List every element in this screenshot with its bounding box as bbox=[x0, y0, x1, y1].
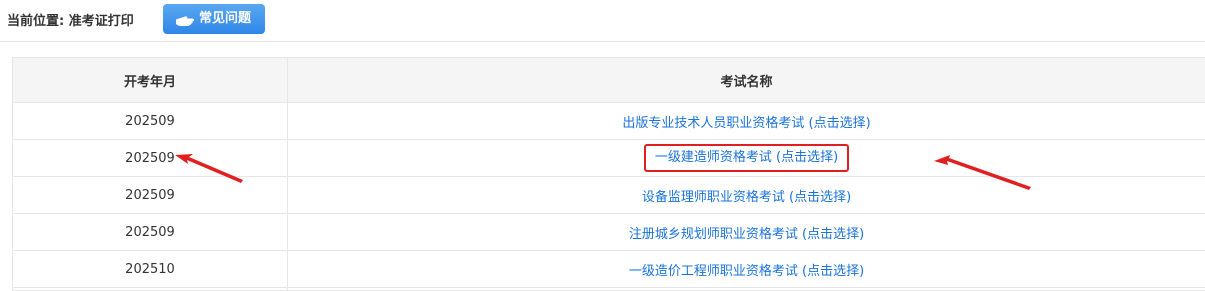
table-header-row: 开考年月 考试名称 bbox=[12, 57, 1205, 103]
exam-name-cell: 一级建造师资格考试 (点击选择) bbox=[287, 139, 1205, 177]
faq-button[interactable]: 常见问题 bbox=[163, 4, 265, 34]
breadcrumb: 当前位置: 准考证打印 bbox=[7, 14, 134, 29]
exam-month-cell: 202509 bbox=[12, 102, 288, 140]
header-exam-month: 开考年月 bbox=[12, 57, 288, 103]
exam-name-cell: 出版专业技术人员职业资格考试 (点击选择) bbox=[287, 102, 1205, 140]
exam-select-link[interactable]: 一级造价工程师职业资格考试 (点击选择) bbox=[629, 264, 864, 279]
page: 当前位置: 准考证打印 常见问题 开考年月 考试名称 202509 出版专业技术… bbox=[0, 0, 1205, 291]
exam-name-cell: 设备监理师职业资格考试 (点击选择) bbox=[287, 176, 1205, 214]
exam-month-cell: 202509 bbox=[12, 139, 288, 177]
exam-select-link[interactable]: 设备监理师职业资格考试 (点击选择) bbox=[642, 190, 851, 205]
highlight-box: 一级建造师资格考试 (点击选择) bbox=[643, 144, 850, 172]
exam-name-cell: 注册城乡规划师职业资格考试 (点击选择) bbox=[287, 213, 1205, 251]
table-row: 202509 出版专业技术人员职业资格考试 (点击选择) bbox=[12, 102, 1205, 140]
exam-month-cell: 202509 bbox=[12, 176, 288, 214]
exam-name-cell: 一级造价工程师职业资格考试 (点击选择) bbox=[287, 250, 1205, 288]
exam-table: 开考年月 考试名称 202509 出版专业技术人员职业资格考试 (点击选择) 2… bbox=[12, 57, 1205, 291]
exam-select-link[interactable]: 出版专业技术人员职业资格考试 (点击选择) bbox=[622, 116, 870, 131]
pointing-hand-icon bbox=[176, 16, 194, 26]
table-row: 202509 一级建造师资格考试 (点击选择) bbox=[12, 139, 1205, 177]
header-exam-name: 考试名称 bbox=[287, 57, 1205, 103]
exam-select-link[interactable]: 一级建造师资格考试 (点击选择) bbox=[655, 150, 838, 165]
table-row: 202510 一级造价工程师职业资格考试 (点击选择) bbox=[12, 250, 1205, 288]
faq-button-label: 常见问题 bbox=[199, 11, 252, 26]
exam-month-cell: 202510 bbox=[12, 250, 288, 288]
exam-month-cell: 202509 bbox=[12, 213, 288, 251]
top-bar: 当前位置: 准考证打印 常见问题 bbox=[0, 0, 1205, 42]
table-row: 202509 设备监理师职业资格考试 (点击选择) bbox=[12, 176, 1205, 214]
exam-select-link[interactable]: 注册城乡规划师职业资格考试 (点击选择) bbox=[629, 227, 864, 242]
table-row-partial bbox=[12, 287, 1205, 291]
table-row: 202509 注册城乡规划师职业资格考试 (点击选择) bbox=[12, 213, 1205, 251]
